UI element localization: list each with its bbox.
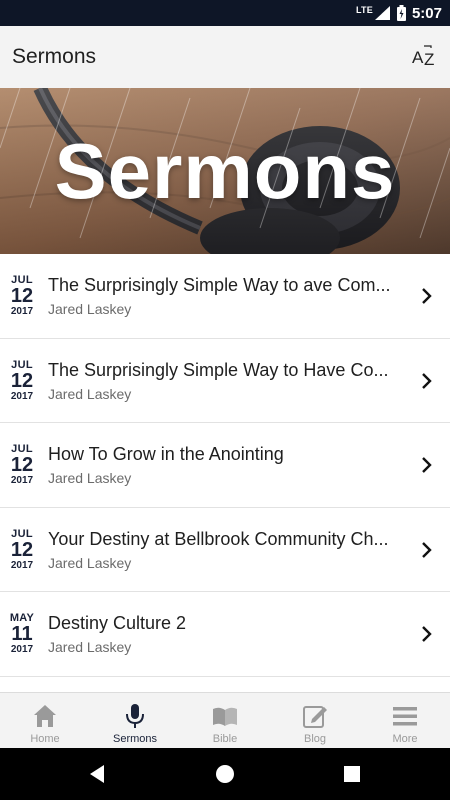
sermon-speaker: Jared Laskey <box>48 385 132 402</box>
signal-icon <box>374 6 390 20</box>
nav-more-label: More <box>392 733 418 745</box>
menu-icon <box>393 707 417 726</box>
sermon-speaker: Jared Laskey <box>48 639 132 655</box>
status-bar: LTE 5:07 <box>0 0 450 26</box>
home-button-icon[interactable] <box>213 762 237 786</box>
sermon-title: Your Destiny at Bellbrook Community Ch..… <box>48 528 389 549</box>
date-day: 12 <box>10 454 34 476</box>
sermon-list: JUL 12 2017 The Surprisingly Simple Way … <box>0 254 450 677</box>
chevron-right-icon <box>422 288 432 304</box>
banner-title: Sermons <box>54 126 396 215</box>
sermon-date: JUL 12 2017 <box>6 528 38 572</box>
svg-text:A: A <box>412 48 424 67</box>
nav-home-label: Home <box>30 733 60 745</box>
recents-icon[interactable] <box>340 762 364 786</box>
date-day: 12 <box>10 369 34 392</box>
sermon-speaker: Jared Laskey <box>48 470 132 486</box>
svg-text:Z: Z <box>424 50 434 69</box>
home-icon <box>34 705 56 727</box>
sermon-title: Destiny Culture 2 <box>48 613 187 633</box>
sermon-date: MAY 11 2017 <box>6 612 38 656</box>
sermon-title: How To Grow in the Anointing <box>48 444 284 464</box>
sermon-date: JUL 12 2017 <box>6 274 38 318</box>
microphone-icon <box>126 704 144 728</box>
sermon-speaker: Jared Laskey <box>48 554 132 571</box>
nav-bible-label: Bible <box>212 733 238 745</box>
nav-sermons[interactable]: Sermons <box>90 693 180 749</box>
date-year: 2017 <box>10 390 34 402</box>
book-icon <box>213 707 237 726</box>
network-type: LTE <box>356 5 373 15</box>
chevron-right-icon <box>422 626 432 642</box>
list-item[interactable]: JUL 12 2017 Your Destiny at Bellbrook Co… <box>0 508 450 592</box>
date-day: 12 <box>10 285 34 307</box>
date-year: 2017 <box>10 306 34 317</box>
sermon-speaker: Jared Laskey <box>48 301 132 317</box>
date-day: 11 <box>11 623 33 645</box>
nav-home[interactable]: Home <box>0 693 90 749</box>
list-item[interactable]: JUL 12 2017 The Surprisingly Simple Way … <box>0 339 450 423</box>
sermon-title: The Surprisingly Simple Way to Have Co..… <box>48 359 389 380</box>
nav-blog[interactable]: Blog <box>270 693 360 749</box>
list-item[interactable]: JUL 12 2017 The Surprisingly Simple Way … <box>0 254 450 339</box>
sermons-banner: Sermons <box>0 88 450 254</box>
date-month: JUL <box>11 358 33 371</box>
battery-icon <box>396 5 406 21</box>
clock: 5:07 <box>411 4 442 22</box>
nav-bible[interactable]: Bible <box>180 693 270 749</box>
sermon-date: JUL 12 2017 <box>6 443 38 487</box>
list-item[interactable]: MAY 11 2017 Destiny Culture 2 Jared Lask… <box>0 592 450 677</box>
chevron-right-icon <box>422 372 432 389</box>
sermon-title: The Surprisingly Simple Way to ave Com..… <box>48 275 391 295</box>
date-month: JUL <box>11 527 33 540</box>
chevron-right-icon <box>422 541 432 558</box>
date-year: 2017 <box>10 475 34 486</box>
date-day: 12 <box>10 538 34 561</box>
date-year: 2017 <box>10 644 34 655</box>
app-bar: Sermons A Z <box>0 26 450 88</box>
list-item[interactable]: JUL 12 2017 How To Grow in the Anointing… <box>0 423 450 508</box>
system-nav-bar <box>0 748 450 800</box>
back-icon[interactable] <box>86 762 110 786</box>
page-title: Sermons <box>12 45 97 68</box>
edit-icon <box>303 706 327 728</box>
nav-more[interactable]: More <box>360 693 450 749</box>
az-sort-icon[interactable]: A Z <box>412 44 438 70</box>
chevron-right-icon <box>422 457 432 473</box>
sermon-date: JUL 12 2017 <box>6 359 38 403</box>
nav-sermons-label: Sermons <box>112 733 158 745</box>
nav-blog-label: Blog <box>303 733 327 745</box>
date-year: 2017 <box>10 559 34 571</box>
bottom-nav: Home Sermons Bible Blog More <box>0 692 450 748</box>
